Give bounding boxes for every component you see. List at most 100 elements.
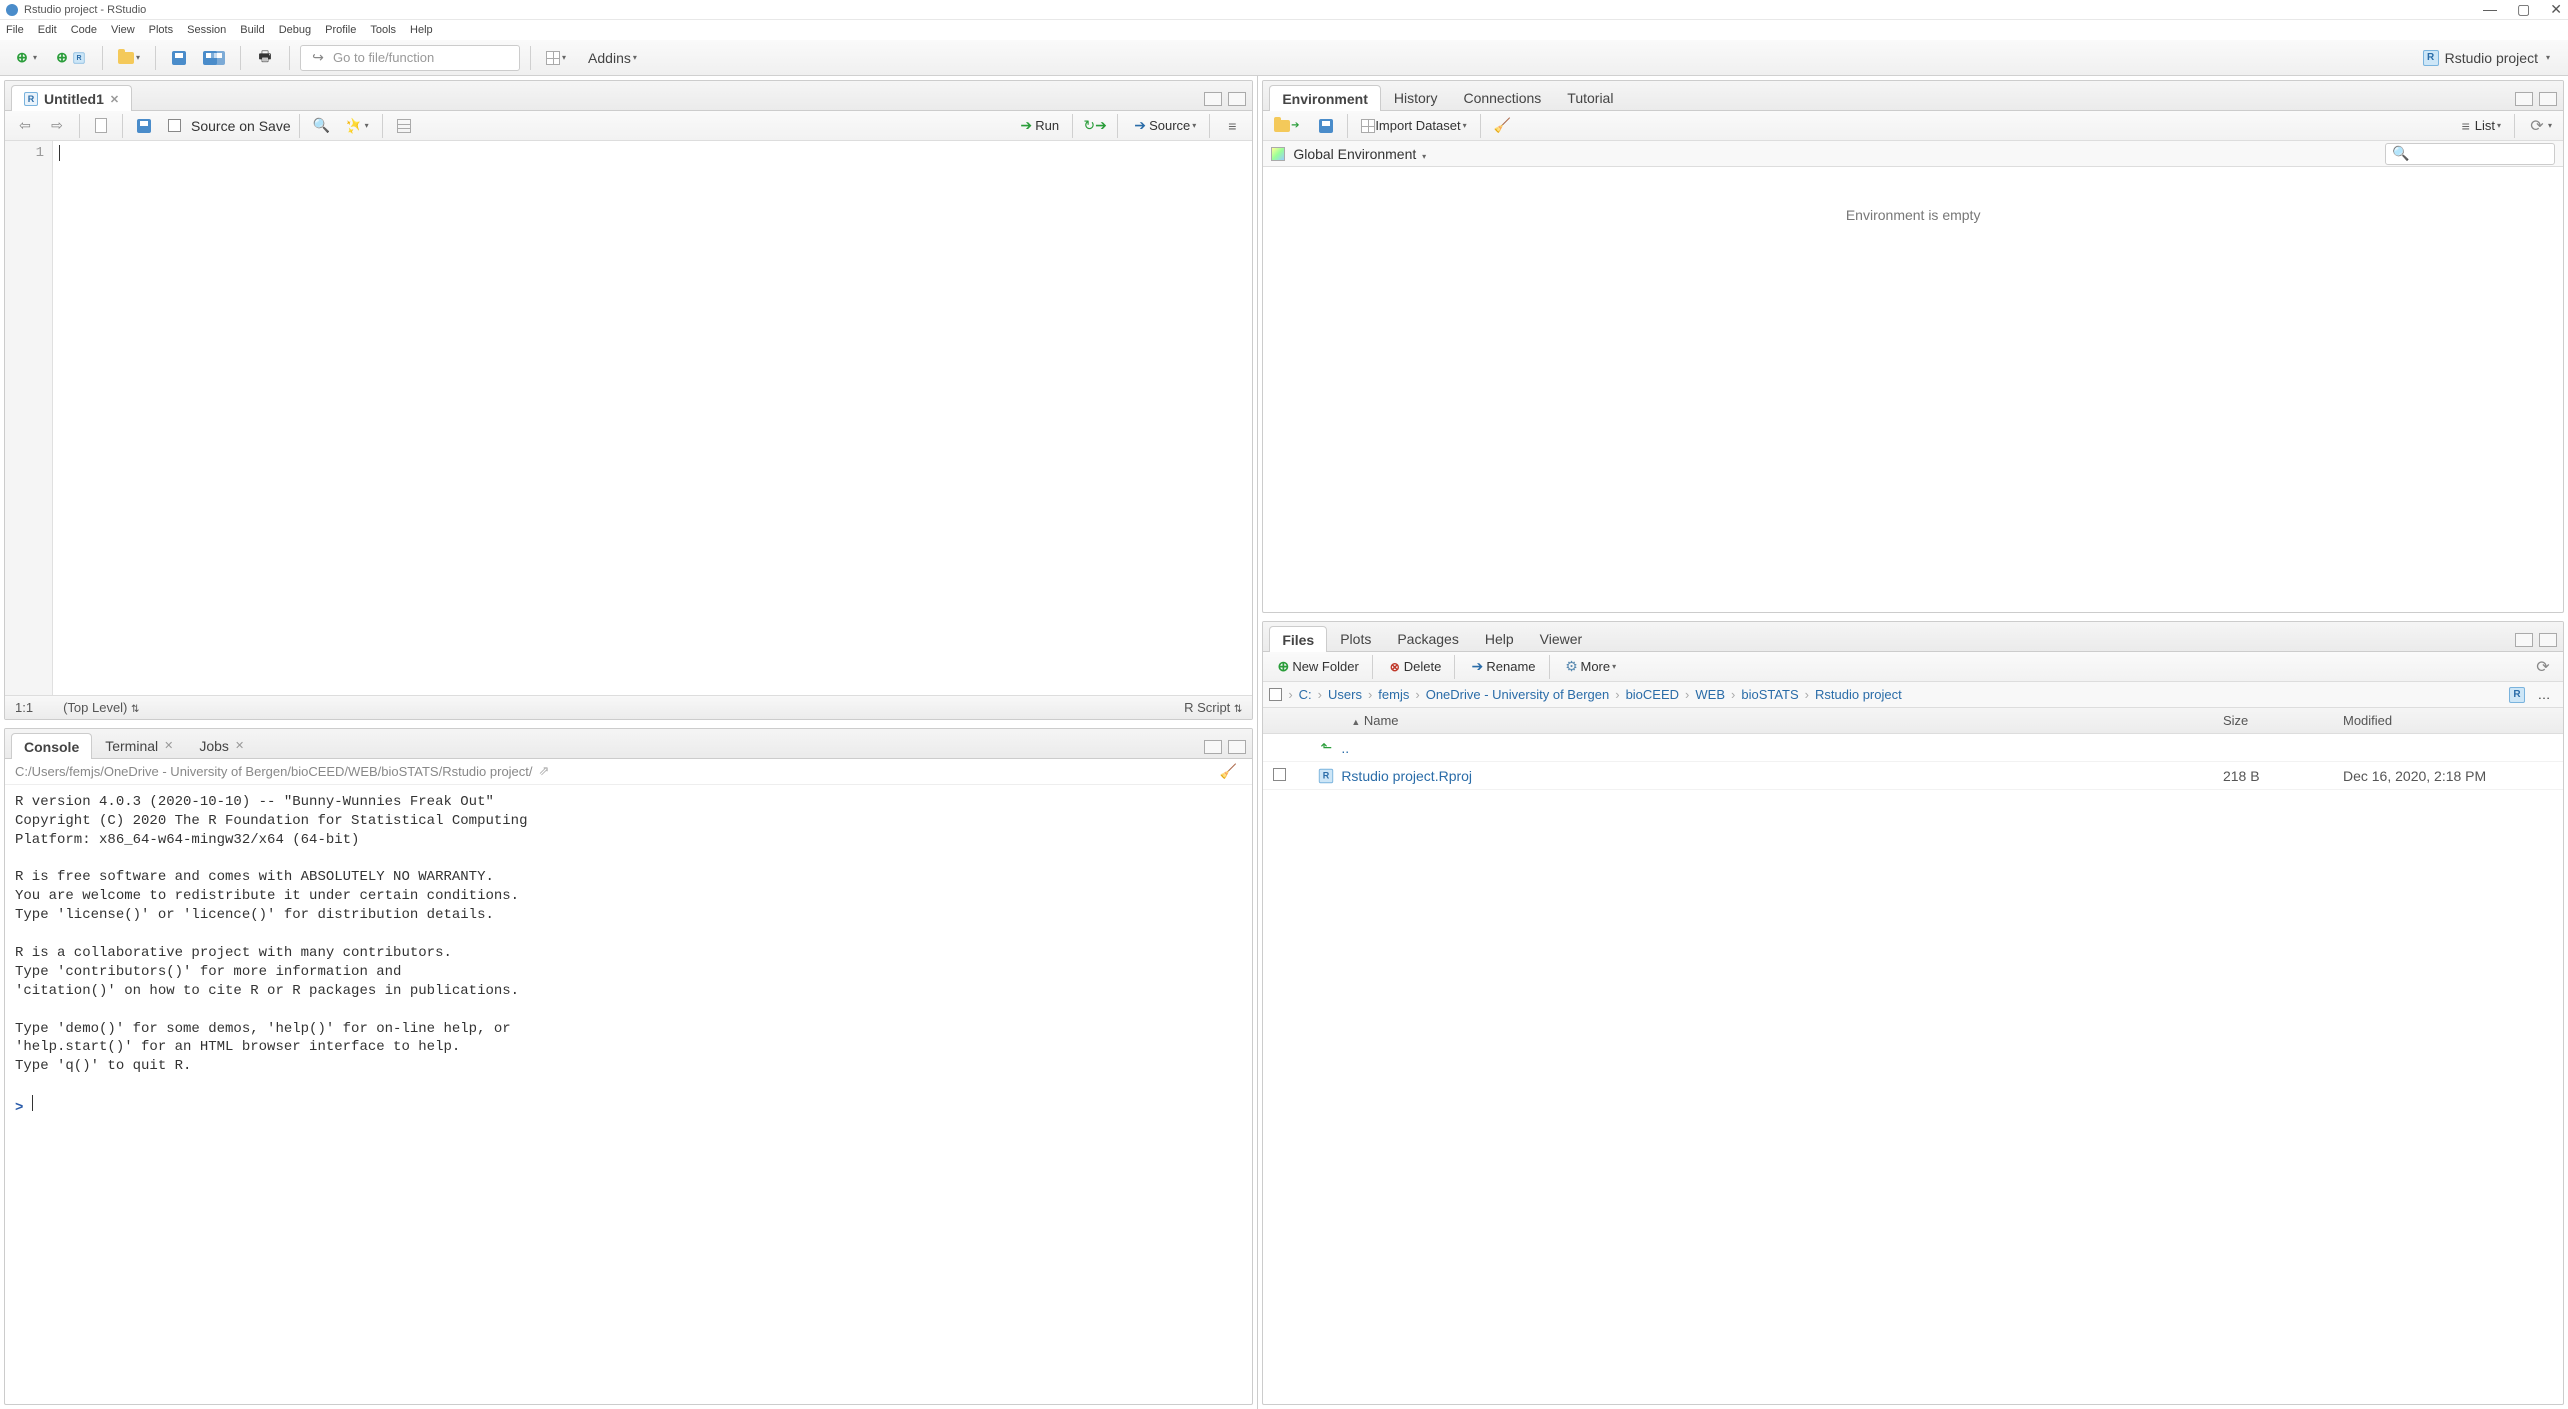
go-to-project-dir-button[interactable]: R xyxy=(2509,687,2525,703)
menu-code[interactable]: Code xyxy=(71,24,97,36)
breadcrumb-segment[interactable]: OneDrive - University of Bergen xyxy=(1426,687,1610,702)
save-workspace-button[interactable] xyxy=(1313,113,1339,139)
menu-session[interactable]: Session xyxy=(187,24,226,36)
menu-build[interactable]: Build xyxy=(240,24,264,36)
editor-area[interactable]: 1 xyxy=(5,141,1252,695)
col-size-header[interactable]: Size xyxy=(2223,713,2343,728)
path-more-button[interactable]: … xyxy=(2531,682,2557,708)
window-max-button[interactable]: ▢ xyxy=(2517,1,2530,18)
tab-plots[interactable]: Plots xyxy=(1327,625,1384,651)
breadcrumb-segment[interactable]: Rstudio project xyxy=(1815,687,1902,702)
pane-maximize-button[interactable] xyxy=(2539,633,2557,647)
more-dropdown[interactable]: ⚙ More ▾ xyxy=(1558,654,1622,680)
file-modified: Dec 16, 2020, 2:18 PM xyxy=(2343,768,2563,784)
tab-help[interactable]: Help xyxy=(1472,625,1527,651)
menu-profile[interactable]: Profile xyxy=(325,24,356,36)
pane-maximize-button[interactable] xyxy=(1228,92,1246,106)
tab-connections[interactable]: Connections xyxy=(1450,84,1554,110)
menu-plots[interactable]: Plots xyxy=(149,24,173,36)
col-modified-header[interactable]: Modified xyxy=(2343,713,2563,728)
find-replace-button[interactable]: 🔍 xyxy=(308,113,336,139)
breadcrumb-segment[interactable]: bioCEED xyxy=(1626,687,1679,702)
run-button[interactable]: ➔Run xyxy=(1012,113,1064,139)
save-source-button[interactable] xyxy=(131,113,157,139)
pane-minimize-button[interactable] xyxy=(1204,740,1222,754)
compile-report-button[interactable] xyxy=(391,113,417,139)
tab-tutorial[interactable]: Tutorial xyxy=(1554,84,1626,110)
menu-edit[interactable]: Edit xyxy=(38,24,57,36)
import-dataset-dropdown[interactable]: Import Dataset ▾ xyxy=(1356,113,1471,139)
filetype-selector[interactable]: R Script ⇅ xyxy=(1184,700,1242,715)
tab-history[interactable]: History xyxy=(1381,84,1451,110)
nav-forward-button[interactable]: ⇨ xyxy=(43,113,71,139)
select-all-checkbox[interactable] xyxy=(1269,688,1282,701)
close-tab-icon[interactable]: ✕ xyxy=(164,739,173,752)
file-name[interactable]: Rstudio project.Rproj xyxy=(1341,768,2223,784)
tab-environment[interactable]: Environment xyxy=(1269,85,1381,111)
breadcrumb-segment[interactable]: C: xyxy=(1299,687,1312,702)
tab-console[interactable]: Console xyxy=(11,733,92,759)
env-scope-dropdown[interactable]: Global Environment ▾ xyxy=(1293,146,1426,162)
view-mode-dropdown[interactable]: List ▾ xyxy=(2452,113,2506,139)
new-folder-button[interactable]: ⊕ New Folder xyxy=(1269,654,1363,680)
print-button[interactable]: 🖶 xyxy=(251,45,279,71)
pane-maximize-button[interactable] xyxy=(1228,740,1246,754)
goto-file-function-input[interactable]: ↪ Go to file/function xyxy=(300,45,520,71)
breadcrumb-segment[interactable]: bioSTATS xyxy=(1741,687,1798,702)
pane-minimize-button[interactable] xyxy=(1204,92,1222,106)
open-file-button[interactable]: ▾ xyxy=(113,45,145,71)
menu-tools[interactable]: Tools xyxy=(370,24,396,36)
show-in-new-window-button[interactable] xyxy=(88,113,114,139)
save-all-button[interactable] xyxy=(198,45,230,71)
clear-workspace-button[interactable]: 🧹 xyxy=(1489,113,1517,139)
refresh-env-button[interactable]: ▾ xyxy=(2523,113,2557,139)
new-project-button[interactable]: ⊕R xyxy=(48,45,92,71)
menu-help[interactable]: Help xyxy=(410,24,433,36)
col-name-header[interactable]: ▲ Name xyxy=(1311,713,2223,728)
rename-button[interactable]: ➔ Rename xyxy=(1463,654,1540,680)
file-checkbox[interactable] xyxy=(1273,768,1286,781)
rerun-button[interactable]: ↻➔ xyxy=(1081,113,1109,139)
menu-file[interactable]: File xyxy=(6,24,24,36)
load-workspace-button[interactable]: ➔ xyxy=(1269,113,1309,139)
main-toolbar: ⊕▾ ⊕R ▾ 🖶 ↪ Go to file/function ▾ Addins… xyxy=(0,40,2568,76)
delete-button[interactable]: ⊗ Delete xyxy=(1381,654,1447,680)
code-tools-button[interactable]: ✨▾ xyxy=(340,113,374,139)
source-on-save-checkbox[interactable] xyxy=(161,113,187,139)
pane-minimize-button[interactable] xyxy=(2515,92,2533,106)
grid-layout-button[interactable]: ▾ xyxy=(541,45,571,71)
breadcrumb-segment[interactable]: Users xyxy=(1328,687,1362,702)
addins-dropdown[interactable]: Addins ▾ xyxy=(577,45,648,71)
tab-jobs[interactable]: Jobs✕ xyxy=(186,732,257,758)
breadcrumb-segment[interactable]: femjs xyxy=(1378,687,1409,702)
console-path-arrow-icon[interactable]: ⇗ xyxy=(539,763,550,779)
tab-files[interactable]: Files xyxy=(1269,626,1327,652)
file-row[interactable]: R Rstudio project.Rproj 218 B Dec 16, 20… xyxy=(1263,762,2563,790)
refresh-files-button[interactable] xyxy=(2529,654,2557,680)
tab-viewer[interactable]: Viewer xyxy=(1527,625,1596,651)
window-min-button[interactable]: — xyxy=(2483,1,2497,18)
file-row-up[interactable]: ⬑ .. xyxy=(1263,734,2563,762)
source-tab-untitled[interactable]: R Untitled1 ✕ xyxy=(11,85,132,111)
menu-debug[interactable]: Debug xyxy=(279,24,311,36)
tab-terminal[interactable]: Terminal✕ xyxy=(92,732,186,758)
breadcrumb-segment[interactable]: WEB xyxy=(1695,687,1725,702)
close-tab-icon[interactable]: ✕ xyxy=(235,739,244,752)
tab-packages[interactable]: Packages xyxy=(1384,625,1471,651)
env-search-input[interactable]: 🔍 xyxy=(2385,143,2555,165)
scope-selector[interactable]: (Top Level) ⇅ xyxy=(63,700,139,715)
nav-back-button[interactable]: ⇦ xyxy=(11,113,39,139)
outline-button[interactable] xyxy=(1218,113,1246,139)
pane-minimize-button[interactable] xyxy=(2515,633,2533,647)
clear-console-button[interactable]: 🧹 xyxy=(1214,758,1242,784)
menu-view[interactable]: View xyxy=(111,24,135,36)
window-close-button[interactable]: ✕ xyxy=(2550,1,2562,18)
source-button[interactable]: ➔Source▾ xyxy=(1126,113,1201,139)
save-button[interactable] xyxy=(166,45,192,71)
console-output[interactable]: R version 4.0.3 (2020-10-10) -- "Bunny-W… xyxy=(5,785,1252,1404)
pane-maximize-button[interactable] xyxy=(2539,92,2557,106)
separator xyxy=(289,46,290,70)
new-file-button[interactable]: ⊕▾ xyxy=(8,45,42,71)
close-tab-icon[interactable]: ✕ xyxy=(110,93,119,106)
project-menu[interactable]: R Rstudio project ▾ xyxy=(2423,50,2560,66)
